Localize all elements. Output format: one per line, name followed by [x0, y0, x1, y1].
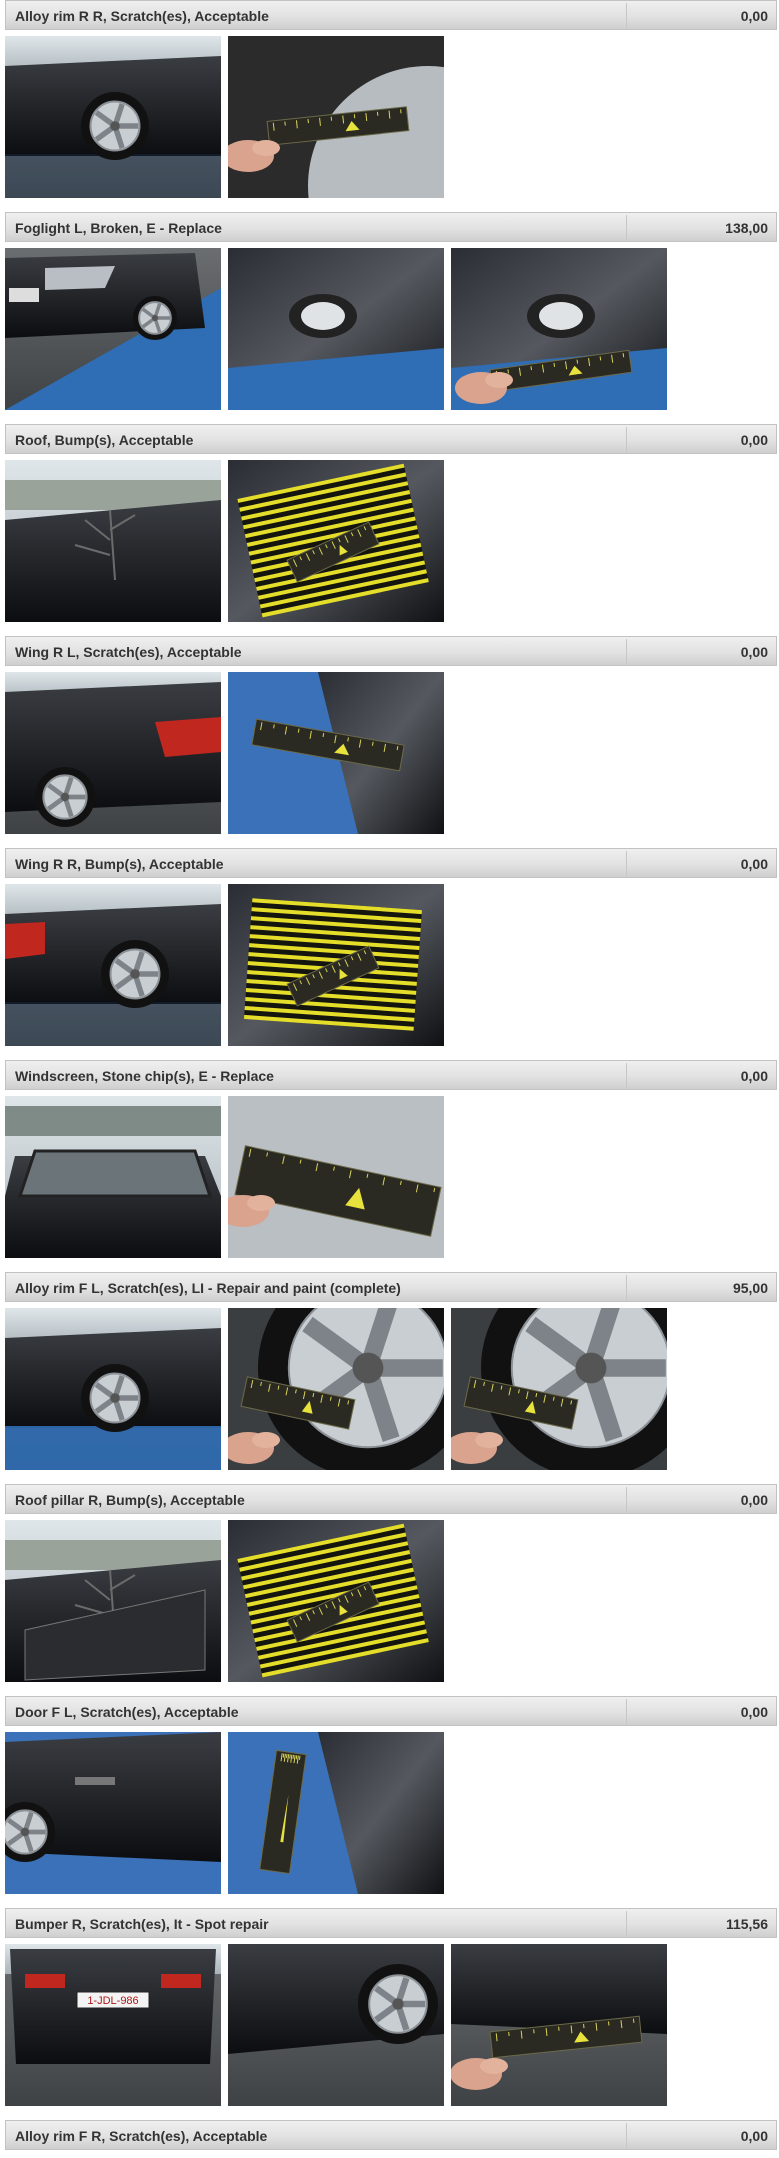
damage-label: Wing R L, Scratch(es), Acceptable	[15, 644, 242, 660]
damage-row-header: Wing R R, Bump(s), Acceptable 0,00	[5, 848, 777, 878]
damage-label: Roof pillar R, Bump(s), Acceptable	[15, 1492, 245, 1508]
damage-label: Foglight L, Broken, E - Replace	[15, 220, 222, 236]
damage-photo-wing-with-stripe-board[interactable]	[228, 884, 444, 1046]
damage-row-header: Alloy rim R R, Scratch(es), Acceptable 0,…	[5, 0, 777, 30]
damage-row-header: Alloy rim F L, Scratch(es), LI - Repair …	[5, 1272, 777, 1302]
photo-image	[228, 884, 444, 1046]
damage-photo-rim-valve-ruler[interactable]	[451, 1308, 667, 1470]
damage-row-header: Bumper R, Scratch(es), It - Spot repair 1…	[5, 1908, 777, 1938]
damage-label: Alloy rim F R, Scratch(es), Acceptable	[15, 2128, 268, 2144]
photo-image	[228, 1520, 444, 1682]
damage-row-header: Alloy rim F R, Scratch(es), Acceptable 0,…	[5, 2120, 777, 2150]
damage-amount: 0,00	[740, 8, 768, 24]
damage-photo-windscreen-ruler[interactable]	[228, 1096, 444, 1258]
damage-amount: 0,00	[740, 1704, 768, 1720]
photo-image	[228, 248, 444, 410]
column-divider	[626, 215, 627, 240]
photo-image	[5, 1096, 221, 1258]
photo-image	[228, 36, 444, 198]
column-divider	[626, 639, 627, 664]
damage-photo-car-door-left[interactable]	[5, 1732, 221, 1894]
photo-image	[228, 460, 444, 622]
damage-amount: 0,00	[740, 856, 768, 872]
photo-image	[5, 1308, 221, 1470]
damage-photo-rear-bumper-corner[interactable]	[228, 1944, 444, 2106]
license-plate: 1-JDL-986	[87, 1995, 138, 2007]
photo-image	[5, 36, 221, 198]
damage-label: Bumper R, Scratch(es), It - Spot repair	[15, 1916, 269, 1932]
column-divider	[626, 1275, 627, 1300]
damage-row-header: Windscreen, Stone chip(s), E - Replace 0,…	[5, 1060, 777, 1090]
photo-image	[228, 1308, 444, 1470]
photo-image	[5, 1732, 221, 1894]
photo-image	[451, 1944, 667, 2106]
column-divider	[626, 1063, 627, 1088]
damage-label: Alloy rim F L, Scratch(es), LI - Repair …	[15, 1280, 401, 1296]
damage-amount: 0,00	[740, 432, 768, 448]
photo-image	[5, 884, 221, 1046]
damage-photo-car-roof-pillar[interactable]	[5, 1520, 221, 1682]
column-divider	[626, 3, 627, 28]
photo-image	[228, 672, 444, 834]
damage-photo-rim-with-ruler[interactable]	[228, 1308, 444, 1470]
photo-image	[5, 460, 221, 622]
damage-photo-roof-with-stripe-board[interactable]	[228, 460, 444, 622]
damage-photo-ruler-on-wing[interactable]	[228, 672, 444, 834]
photo-image	[5, 672, 221, 834]
damage-photo-car-rear-left[interactable]	[5, 672, 221, 834]
photo-image	[5, 248, 221, 410]
damage-photo-foglight-closeup[interactable]	[228, 248, 444, 410]
column-divider	[626, 2123, 627, 2148]
damage-photo-bumper-with-ruler[interactable]	[451, 1944, 667, 2106]
damage-photo-car-front-wheel[interactable]	[5, 1308, 221, 1470]
damage-row-header: Wing R L, Scratch(es), Acceptable 0,00	[5, 636, 777, 666]
damage-amount: 95,00	[732, 1280, 768, 1296]
damage-row-header: Roof pillar R, Bump(s), Acceptable 0,00	[5, 1484, 777, 1514]
photo-image	[451, 1308, 667, 1470]
damage-label: Door F L, Scratch(es), Acceptable	[15, 1704, 239, 1720]
photo-image	[228, 1096, 444, 1258]
damage-label: Alloy rim R R, Scratch(es), Acceptable	[15, 8, 269, 24]
damage-row-header: Roof, Bump(s), Acceptable 0,00	[5, 424, 777, 454]
damage-photo-car-windscreen[interactable]	[5, 1096, 221, 1258]
photo-image	[5, 1520, 221, 1682]
damage-row-header: Foglight L, Broken, E - Replace 138,00	[5, 212, 777, 242]
damage-photo-roof-reflection[interactable]	[5, 460, 221, 622]
damage-photo-door-with-ruler[interactable]	[228, 1732, 444, 1894]
column-divider	[626, 1699, 627, 1724]
damage-amount: 0,00	[740, 2128, 768, 2144]
damage-label: Wing R R, Bump(s), Acceptable	[15, 856, 224, 872]
photo-image	[228, 1944, 444, 2106]
damage-photo-ruler-on-tire[interactable]	[228, 36, 444, 198]
photo-image: 1-JDL-986	[5, 1944, 221, 2106]
damage-photo-foglight-with-ruler[interactable]	[451, 248, 667, 410]
damage-amount: 0,00	[740, 1492, 768, 1508]
column-divider	[626, 1487, 627, 1512]
damage-photo-car-rear-plate[interactable]: 1-JDL-986	[5, 1944, 221, 2106]
damage-amount: 0,00	[740, 644, 768, 660]
photo-image	[228, 1732, 444, 1894]
damage-label: Windscreen, Stone chip(s), E - Replace	[15, 1068, 274, 1084]
photo-image	[451, 248, 667, 410]
damage-label: Roof, Bump(s), Acceptable	[15, 432, 194, 448]
damage-photo-car-rear-right[interactable]	[5, 884, 221, 1046]
column-divider	[626, 851, 627, 876]
damage-amount: 115,56	[725, 1916, 768, 1932]
damage-row-header: Door F L, Scratch(es), Acceptable 0,00	[5, 1696, 777, 1726]
damage-photo-car-front-bumper[interactable]	[5, 248, 221, 410]
damage-amount: 0,00	[740, 1068, 768, 1084]
damage-photo-car-side-wheel[interactable]	[5, 36, 221, 198]
damage-photo-pillar-with-stripe-board[interactable]	[228, 1520, 444, 1682]
column-divider	[626, 1911, 627, 1936]
damage-amount: 138,00	[725, 220, 768, 236]
column-divider	[626, 427, 627, 452]
